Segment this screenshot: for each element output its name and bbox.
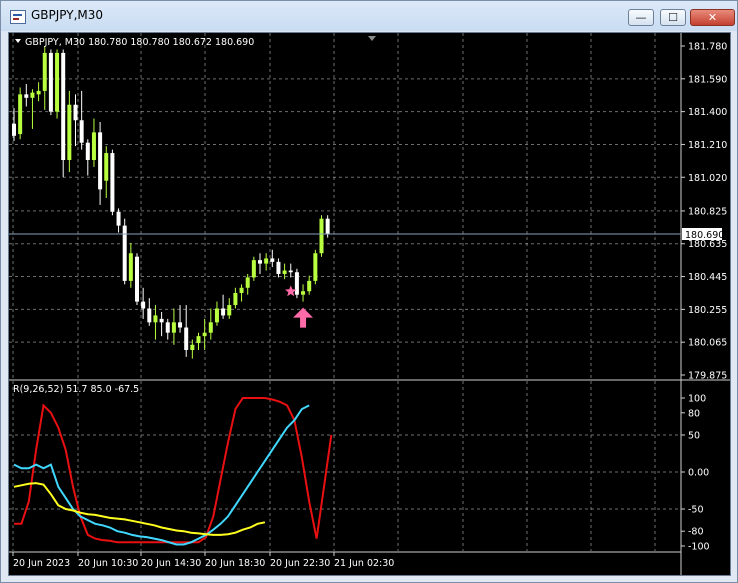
candle-body xyxy=(116,211,121,226)
candle-body xyxy=(36,90,41,95)
shift-marker-icon[interactable] xyxy=(368,36,376,41)
candle-body xyxy=(313,253,318,281)
maximize-button[interactable]: ☐ xyxy=(660,9,686,26)
price-tick-label: 180.065 xyxy=(688,338,727,349)
price-tick-label: 181.780 xyxy=(688,42,727,53)
price-tick-label: 181.020 xyxy=(688,173,727,184)
candle-body xyxy=(67,104,72,160)
price-tick-label: 181.400 xyxy=(688,107,727,118)
candle-body xyxy=(159,318,164,323)
candle-body xyxy=(282,270,287,274)
candle-body xyxy=(110,153,115,212)
time-tick-label: 20 Jun 18:30 xyxy=(205,558,265,569)
candle-body xyxy=(91,132,96,160)
candle-body xyxy=(18,94,23,135)
signal-star-icon[interactable] xyxy=(285,285,297,297)
chart-window-icon xyxy=(10,10,26,24)
candle-body xyxy=(135,256,139,302)
candle-body xyxy=(258,260,262,264)
level-tick-label: -50 xyxy=(688,505,704,516)
candle-body xyxy=(270,258,275,262)
current-price-label: 180.690 xyxy=(685,230,724,241)
candle-body xyxy=(61,52,66,160)
level-tick-label: 50 xyxy=(688,431,700,442)
price-tick-label: 180.255 xyxy=(688,305,727,316)
chart-window: GBPJPY,M30 — ☐ ✕ 181.780 181.590 181.400 18… xyxy=(0,0,738,583)
candle-body xyxy=(233,292,238,306)
price-tick-label: 180.445 xyxy=(688,272,727,283)
candle-body xyxy=(30,92,35,98)
candle-body xyxy=(208,322,213,333)
candle-body xyxy=(42,52,47,91)
candle-body xyxy=(55,52,60,112)
candle-body xyxy=(221,308,226,316)
candle-body xyxy=(12,123,16,136)
candle-body xyxy=(307,280,312,292)
level-tick-label: -80 xyxy=(688,527,704,538)
title-bar[interactable]: GBPJPY,M30 — ☐ ✕ xyxy=(1,1,737,31)
candle-body xyxy=(294,272,299,295)
candle-body xyxy=(184,327,189,350)
candle-body xyxy=(325,218,330,235)
candle-body xyxy=(85,142,90,160)
candle-body xyxy=(79,120,84,143)
window-title: GBPJPY,M30 xyxy=(31,8,104,22)
minimize-button[interactable]: — xyxy=(628,9,654,26)
close-button[interactable]: ✕ xyxy=(690,9,735,26)
indicator-header: R(9,26,52) 51.7 85.0 -67.5 xyxy=(13,384,139,395)
candle-body xyxy=(264,258,269,264)
level-tick-label: 80 xyxy=(688,408,700,419)
candle-body xyxy=(301,291,306,295)
level-tick-label: 100 xyxy=(688,394,706,405)
price-tick-label: 180.825 xyxy=(688,206,727,217)
time-tick-label: 21 Jun 02:30 xyxy=(334,558,394,569)
chart-canvas[interactable]: 181.780 181.590 181.400 181.210 181.020 180.8… xyxy=(9,33,730,575)
chart-area[interactable]: 181.780 181.590 181.400 181.210 181.020 180.8… xyxy=(8,32,731,576)
candle-body xyxy=(141,301,146,309)
red-signal-line xyxy=(14,397,333,544)
candle-body xyxy=(288,270,293,273)
time-tick-label: 20 Jun 22:30 xyxy=(270,558,330,569)
candle-body xyxy=(153,315,158,323)
candle-body xyxy=(251,260,256,278)
price-tick-label: 179.875 xyxy=(688,371,727,382)
candle-body xyxy=(24,94,29,98)
candle-body xyxy=(190,344,195,350)
candle-body xyxy=(319,218,324,254)
candle-body xyxy=(98,132,103,190)
candle-body xyxy=(239,287,244,293)
time-tick-label: 20 Jun 10:30 xyxy=(78,558,138,569)
chart-header: GBPJPY, M30 180.780 180.780 180.672 180.… xyxy=(25,37,254,48)
candle-body xyxy=(73,104,78,121)
level-tick-label: -100 xyxy=(688,542,710,553)
time-tick-label: 20 Jun 2023 xyxy=(13,558,70,569)
candle-body xyxy=(178,322,183,328)
price-tick-label: 181.210 xyxy=(688,140,727,151)
candle-body xyxy=(128,253,133,281)
candle-body xyxy=(214,308,219,323)
candle-body xyxy=(202,332,207,337)
time-tick-label: 20 Jun 14:30 xyxy=(141,558,201,569)
candle-body xyxy=(104,153,109,181)
candle-body xyxy=(165,322,170,333)
price-tick-label: 181.590 xyxy=(688,74,727,85)
candle-body xyxy=(147,308,152,323)
collapse-triangle-icon[interactable] xyxy=(15,39,21,43)
candle-body xyxy=(227,305,232,316)
buy-arrow-icon[interactable] xyxy=(293,307,314,328)
candle-body xyxy=(171,322,176,333)
candle-body xyxy=(196,336,201,344)
candle-body xyxy=(245,277,250,288)
candle-body xyxy=(48,52,53,112)
level-tick-label: 0.00 xyxy=(688,468,709,479)
candle-body xyxy=(276,261,281,274)
